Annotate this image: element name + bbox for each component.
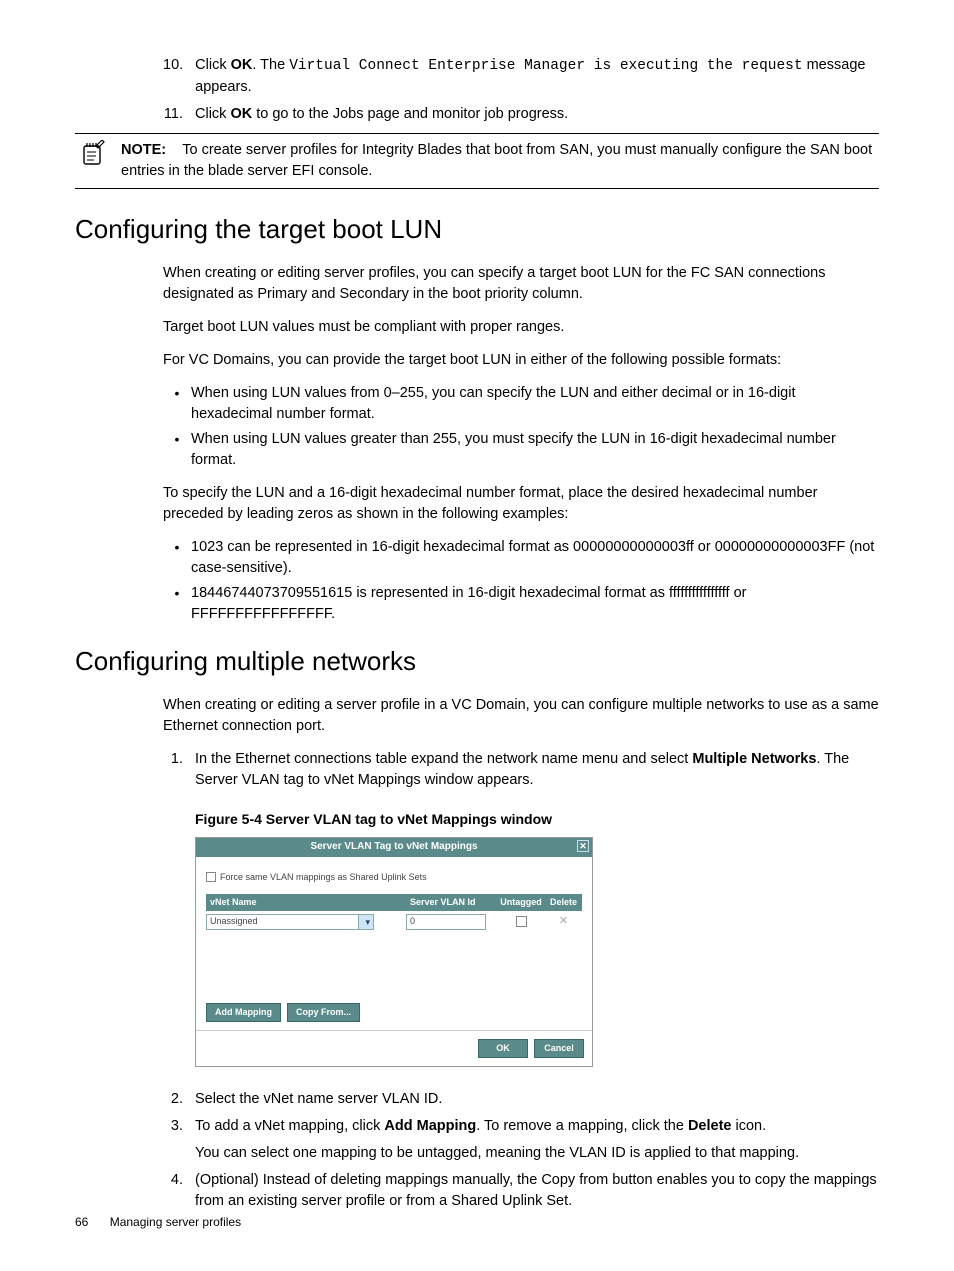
close-icon[interactable]: ✕ xyxy=(577,840,589,852)
paragraph: Target boot LUN values must be compliant… xyxy=(163,317,879,338)
ok-button[interactable]: OK xyxy=(478,1039,528,1058)
paragraph: For VC Domains, you can provide the targ… xyxy=(163,350,879,371)
paragraph: When creating or editing a server profil… xyxy=(163,695,879,737)
bullet-item: When using LUN values from 0–255, you ca… xyxy=(163,383,879,425)
add-mapping-button[interactable]: Add Mapping xyxy=(206,1003,281,1022)
step-number: 11. xyxy=(163,104,195,125)
col-header-delete: Delete xyxy=(546,894,581,911)
paragraph: To specify the LUN and a 16-digit hexade… xyxy=(163,483,879,525)
paragraph: When creating or editing server profiles… xyxy=(163,263,879,305)
step-2: 2. Select the vNet name server VLAN ID. xyxy=(163,1089,879,1110)
note-block: NOTE: To create server profiles for Inte… xyxy=(75,133,879,189)
section-heading-boot-lun: Configuring the target boot LUN xyxy=(75,211,879,249)
step-text: In the Ethernet connections table expand… xyxy=(195,749,879,791)
untagged-checkbox[interactable] xyxy=(516,916,527,927)
step-number: 2. xyxy=(163,1089,195,1110)
col-header-vlanid: Server VLAN Id xyxy=(406,894,496,911)
note-label: NOTE: xyxy=(121,142,166,158)
col-header-vnet: vNet Name xyxy=(206,894,406,911)
delete-icon[interactable]: ✕ xyxy=(559,915,568,927)
step-number: 4. xyxy=(163,1170,195,1212)
checkbox-label: Force same VLAN mappings as Shared Uplin… xyxy=(220,871,427,884)
force-checkbox-row[interactable]: Force same VLAN mappings as Shared Uplin… xyxy=(206,871,582,884)
dialog-title-bar: Server VLAN Tag to vNet Mappings ✕ xyxy=(196,838,592,857)
note-icon xyxy=(75,140,111,182)
step-text: To add a vNet mapping, click Add Mapping… xyxy=(195,1116,879,1164)
checkbox-icon[interactable] xyxy=(206,872,216,882)
page-number: 66 xyxy=(75,1215,88,1229)
bullet-item: When using LUN values greater than 255, … xyxy=(163,429,879,471)
col-header-untagged: Untagged xyxy=(496,894,546,911)
vnet-select[interactable]: Unassigned xyxy=(206,914,374,930)
table-header: vNet Name Server VLAN Id Untagged Delete xyxy=(206,894,582,911)
step-1: 1. In the Ethernet connections table exp… xyxy=(163,749,879,791)
copy-from-button[interactable]: Copy From... xyxy=(287,1003,360,1022)
bullet-item: 1023 can be represented in 16-digit hexa… xyxy=(163,537,879,579)
vlan-id-input[interactable]: 0 xyxy=(406,914,486,930)
screenshot-vlan-mappings: Server VLAN Tag to vNet Mappings ✕ Force… xyxy=(195,837,593,1067)
step-number: 3. xyxy=(163,1116,195,1164)
table-row: Unassigned 0 ✕ xyxy=(206,911,582,933)
cancel-button[interactable]: Cancel xyxy=(534,1039,584,1058)
step-11: 11. Click OK to go to the Jobs page and … xyxy=(163,104,879,125)
note-text: NOTE: To create server profiles for Inte… xyxy=(121,140,879,182)
step-number: 10. xyxy=(163,55,195,98)
step-number: 1. xyxy=(163,749,195,791)
step-4: 4. (Optional) Instead of deleting mappin… xyxy=(163,1170,879,1212)
step-text: Select the vNet name server VLAN ID. xyxy=(195,1089,879,1110)
step-10: 10. Click OK. The Virtual Connect Enterp… xyxy=(163,55,879,98)
step-subtext: You can select one mapping to be untagge… xyxy=(195,1143,879,1164)
step-3: 3. To add a vNet mapping, click Add Mapp… xyxy=(163,1116,879,1164)
figure-caption: Figure 5-4 Server VLAN tag to vNet Mappi… xyxy=(195,809,879,829)
steps-top-block: 10. Click OK. The Virtual Connect Enterp… xyxy=(75,55,879,125)
footer-title: Managing server profiles xyxy=(110,1215,241,1229)
section-heading-multiple-networks: Configuring multiple networks xyxy=(75,643,879,681)
step-text: (Optional) Instead of deleting mappings … xyxy=(195,1170,879,1212)
page-footer: 66 Managing server profiles xyxy=(75,1214,241,1231)
dialog-title: Server VLAN Tag to vNet Mappings xyxy=(310,841,477,852)
step-text: Click OK to go to the Jobs page and moni… xyxy=(195,104,879,125)
bullet-item: 18446744073709551615 is represented in 1… xyxy=(163,583,879,625)
step-text: Click OK. The Virtual Connect Enterprise… xyxy=(195,55,879,98)
